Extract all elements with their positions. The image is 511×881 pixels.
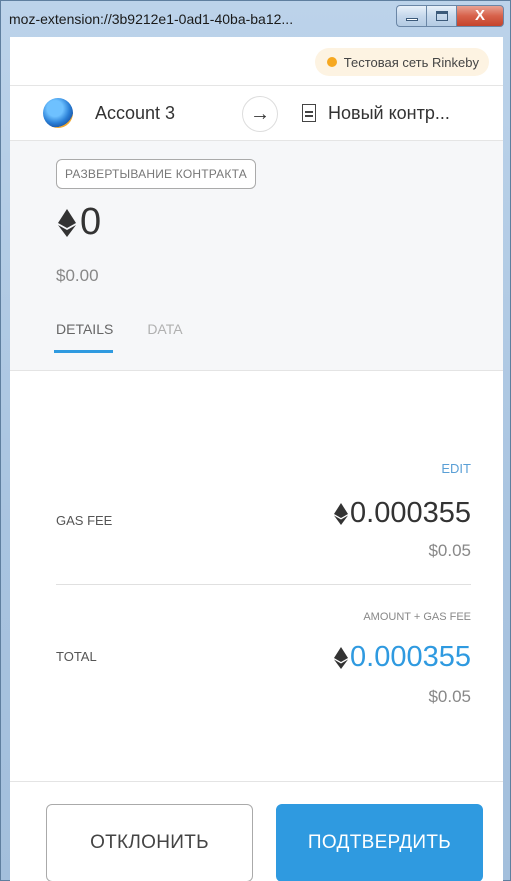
maximize-button[interactable] xyxy=(426,5,456,27)
transaction-summary: РАЗВЕРТЫВАНИЕ КОНТРАКТА 0 $0.00 DETAILS … xyxy=(10,141,503,371)
recipient-label: Новый контр... xyxy=(328,102,450,123)
sender-recipient-bar: Account 3 → Новый контр... xyxy=(10,85,503,141)
total-value: 0.000355 xyxy=(350,641,471,673)
transaction-amount: 0 xyxy=(80,201,102,243)
window-controls: X xyxy=(396,5,504,27)
details-panel: EDIT GAS FEE 0.000355 $0.05 AMOUNT + GAS… xyxy=(10,427,503,797)
window-title: moz-extension://3b9212e1-0ad1-40ba-ba12.… xyxy=(9,11,294,27)
gas-fee-value-row: 0.000355 xyxy=(334,497,471,530)
total-sublabel: AMOUNT + GAS FEE xyxy=(363,611,471,623)
divider xyxy=(56,584,471,585)
recipient-contract[interactable]: Новый контр... xyxy=(302,86,450,140)
confirm-button[interactable]: ПОДТВЕРДИТЬ xyxy=(276,804,483,881)
network-bar: Тестовая сеть Rinkeby xyxy=(10,37,503,85)
action-badge: РАЗВЕРТЫВАНИЕ КОНТРАКТА xyxy=(56,159,256,189)
title-bar[interactable]: moz-extension://3b9212e1-0ad1-40ba-ba12.… xyxy=(1,1,510,37)
network-label: Тестовая сеть Rinkeby xyxy=(343,54,479,70)
sender-account[interactable]: Account 3 xyxy=(10,98,250,128)
account-avatar xyxy=(43,98,73,128)
network-badge[interactable]: Тестовая сеть Rinkeby xyxy=(314,48,489,76)
eth-icon xyxy=(334,502,349,525)
document-icon xyxy=(302,104,316,122)
tab-details[interactable]: DETAILS xyxy=(53,321,114,353)
confirm-transaction-panel: Тестовая сеть Rinkeby Account 3 → Новый … xyxy=(10,37,503,881)
amount-row: 0 xyxy=(58,201,101,244)
browser-popup-window: moz-extension://3b9212e1-0ad1-40ba-ba12.… xyxy=(0,0,511,881)
eth-icon xyxy=(58,208,76,237)
tab-bar: DETAILS DATA xyxy=(53,321,183,353)
account-name: Account 3 xyxy=(95,102,176,123)
close-icon: X xyxy=(474,7,485,24)
total-label: TOTAL xyxy=(56,649,97,664)
close-button[interactable]: X xyxy=(456,5,504,27)
gas-fee-label: GAS FEE xyxy=(56,513,113,528)
arrow-right-icon: → xyxy=(242,96,278,132)
reject-button[interactable]: ОТКЛОНИТЬ xyxy=(46,804,253,881)
total-fiat: $0.05 xyxy=(428,687,471,706)
maximize-icon xyxy=(436,11,448,21)
minimize-icon xyxy=(406,18,418,21)
gas-fee-fiat: $0.05 xyxy=(428,541,471,560)
network-status-dot-icon xyxy=(326,57,337,67)
tab-data[interactable]: DATA xyxy=(147,321,182,353)
gas-fee-value: 0.000355 xyxy=(350,497,471,529)
minimize-button[interactable] xyxy=(396,5,426,27)
total-value-row: 0.000355 xyxy=(334,641,471,674)
eth-icon xyxy=(334,646,349,669)
edit-gas-link[interactable]: EDIT xyxy=(441,461,471,476)
action-footer: ОТКЛОНИТЬ ПОДТВЕРДИТЬ xyxy=(10,781,503,881)
amount-fiat: $0.00 xyxy=(56,266,99,285)
